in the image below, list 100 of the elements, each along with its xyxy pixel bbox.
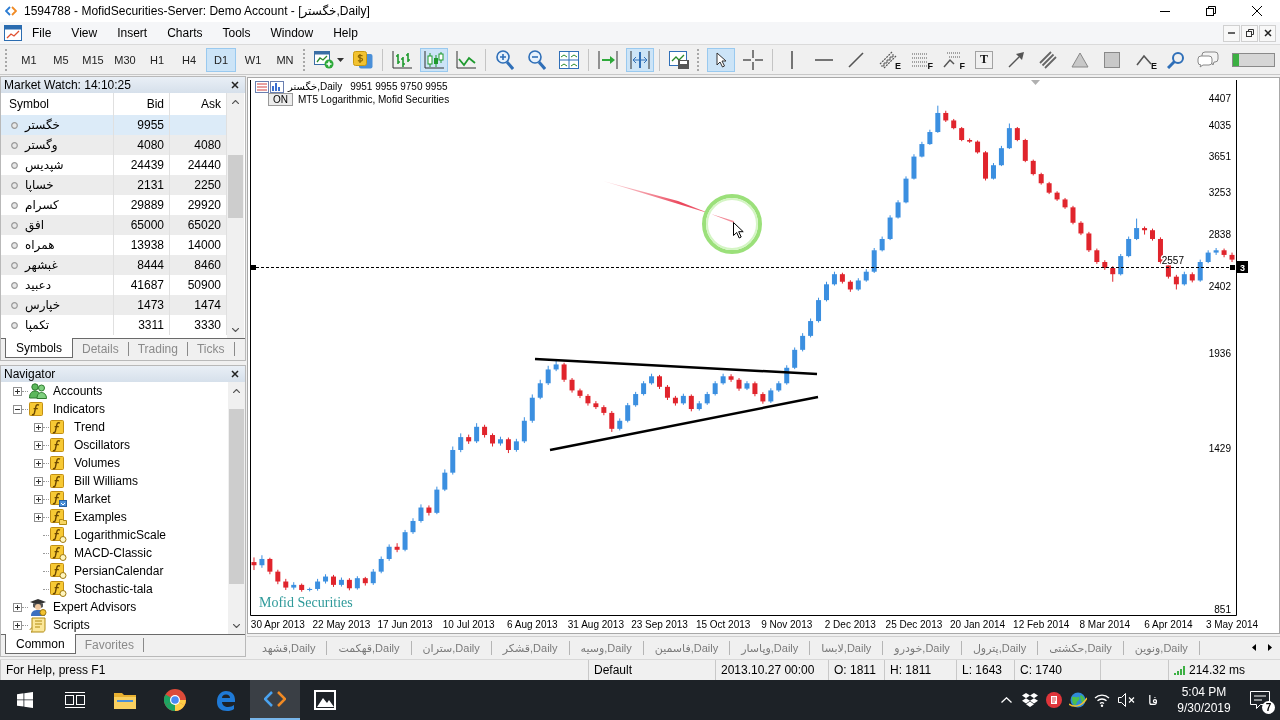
ask-price: 14000: [187, 238, 221, 252]
tree-item[interactable]: MACD-Classic: [74, 546, 152, 560]
column-header[interactable]: Ask: [201, 97, 221, 111]
menu-item[interactable]: View: [61, 23, 108, 43]
timeframe-button[interactable]: M30: [110, 47, 140, 72]
triangle-icon: [1071, 51, 1089, 68]
expand-toggle[interactable]: [34, 440, 43, 450]
ask-price: 24440: [187, 158, 221, 172]
scrollbar[interactable]: [227, 93, 244, 338]
column-header[interactable]: Symbol: [9, 97, 49, 111]
tree-item[interactable]: Trend: [74, 420, 105, 434]
menu-item[interactable]: Insert: [107, 23, 158, 43]
expand-toggle[interactable]: [34, 476, 43, 486]
close-icon[interactable]: [231, 81, 239, 89]
tree-item[interactable]: Volumes: [74, 456, 121, 470]
notification-icon[interactable]: [1250, 691, 1270, 709]
expand-toggle[interactable]: [34, 458, 43, 468]
scrollbar[interactable]: [228, 382, 245, 634]
language-indicator[interactable]: فا: [1140, 692, 1166, 708]
function-folder-icon: [50, 456, 64, 470]
date-label: 20 Jan 2014: [950, 619, 1006, 630]
chart-tab[interactable]: وسیه,Daily: [569, 641, 644, 655]
chart-tab[interactable]: لابسا,Daily: [810, 641, 884, 655]
panel-tab[interactable]: Symbols: [5, 338, 73, 358]
scrollbar-thumb[interactable]: [229, 409, 244, 584]
timeframe-button[interactable]: D1: [206, 47, 236, 72]
speaker-muted-icon[interactable]: [1117, 693, 1135, 707]
candle: [545, 369, 551, 384]
tree-item[interactable]: LogarithmicScale: [74, 528, 167, 542]
shift-marker-icon[interactable]: [1031, 80, 1040, 85]
globe-icon[interactable]: [1069, 692, 1087, 708]
menu-item[interactable]: Tools: [212, 23, 261, 43]
menu-item[interactable]: Window: [260, 23, 324, 43]
scroll-left-icon[interactable]: [1252, 644, 1256, 651]
angle-line-button[interactable]: E: [1130, 47, 1158, 72]
fibonacci-button[interactable]: F: [906, 47, 934, 72]
round-app-icon[interactable]: [1046, 692, 1062, 708]
chart-tab[interactable]: قشکر,Daily: [491, 641, 570, 655]
indicator-toggle[interactable]: ON: [268, 93, 293, 106]
fan-button[interactable]: F: [938, 47, 966, 72]
chart-tab[interactable]: قهکمت,Daily: [327, 641, 412, 655]
scrollbar-thumb[interactable]: [228, 155, 243, 218]
expand-toggle[interactable]: [13, 602, 22, 612]
chart-tab[interactable]: ونوین,Daily: [1123, 641, 1200, 655]
expand-toggle[interactable]: [13, 386, 22, 396]
chevron-up-icon[interactable]: [1000, 697, 1012, 703]
ring-icon: [11, 121, 18, 129]
line-handle-icon[interactable]: [1230, 265, 1235, 270]
timeframe-button[interactable]: M1: [14, 47, 44, 72]
chart-tab[interactable]: فاسمین,Daily: [643, 641, 731, 655]
trend-lines[interactable]: [534, 357, 820, 453]
tree-item[interactable]: Examples: [74, 510, 127, 524]
clock-time[interactable]: 5:04 PM: [1181, 684, 1227, 700]
expand-toggle[interactable]: [13, 404, 22, 414]
tree-item[interactable]: Oscillators: [74, 438, 130, 452]
timeframe-button[interactable]: H4: [174, 47, 204, 72]
timeframe-button[interactable]: W1: [238, 47, 268, 72]
timeframe-button[interactable]: M5: [46, 47, 76, 72]
expand-toggle[interactable]: [13, 620, 22, 630]
wifi-icon[interactable]: [1094, 693, 1110, 707]
tree-item[interactable]: Accounts: [53, 384, 103, 398]
menu-item[interactable]: Help: [323, 23, 368, 43]
channel-button[interactable]: E: [874, 47, 902, 72]
auto-scroll-button[interactable]: [626, 47, 654, 72]
menu-item[interactable]: File: [22, 23, 62, 43]
column-header[interactable]: Bid: [146, 97, 164, 111]
chart-tab[interactable]: خودرو,Daily: [883, 641, 962, 655]
expand-toggle[interactable]: [34, 494, 43, 504]
clock-date[interactable]: 9/30/2019: [1177, 700, 1231, 716]
chart-tab[interactable]: وپاسار,Daily: [730, 641, 811, 655]
tree-item[interactable]: Scripts: [53, 618, 90, 632]
timeframe-button[interactable]: MN: [270, 47, 300, 72]
child-close-button[interactable]: [1259, 24, 1276, 42]
tree-item[interactable]: Indicators: [53, 402, 106, 416]
tree-item[interactable]: PersianCalendar: [74, 564, 164, 578]
line-handle-icon[interactable]: [251, 265, 256, 270]
candlestick-button[interactable]: [420, 47, 448, 72]
chart-tab[interactable]: قشهد,Daily: [251, 641, 328, 655]
panel-tab[interactable]: Common: [5, 634, 76, 654]
scroll-right-icon[interactable]: [1268, 644, 1272, 651]
timeframe-button[interactable]: H1: [142, 47, 172, 72]
text-box-button[interactable]: T: [970, 47, 998, 72]
tree-item[interactable]: Stochastic-tala: [74, 582, 153, 596]
function-file-icon: [50, 563, 67, 579]
cursor-button[interactable]: [707, 47, 735, 72]
chart-tab[interactable]: حکشتی,Daily: [1038, 641, 1124, 655]
child-restore-button[interactable]: [1241, 24, 1258, 42]
expand-toggle[interactable]: [34, 512, 43, 522]
tree-item[interactable]: Expert Advisors: [53, 600, 137, 614]
expand-toggle[interactable]: [34, 422, 43, 432]
timeframe-button[interactable]: M15: [78, 47, 108, 72]
chart-tab[interactable]: ستران,Daily: [411, 641, 492, 655]
tree-item[interactable]: Market: [74, 492, 111, 506]
chart-tab[interactable]: پترول,Daily: [961, 641, 1039, 655]
dashed-price-line[interactable]: [255, 267, 1231, 268]
child-minimize-button[interactable]: [1223, 24, 1240, 42]
tree-item[interactable]: Bill Williams: [74, 474, 138, 488]
close-icon[interactable]: [231, 370, 239, 378]
diamond-box-icon[interactable]: [1022, 693, 1038, 707]
menu-item[interactable]: Charts: [157, 23, 213, 43]
